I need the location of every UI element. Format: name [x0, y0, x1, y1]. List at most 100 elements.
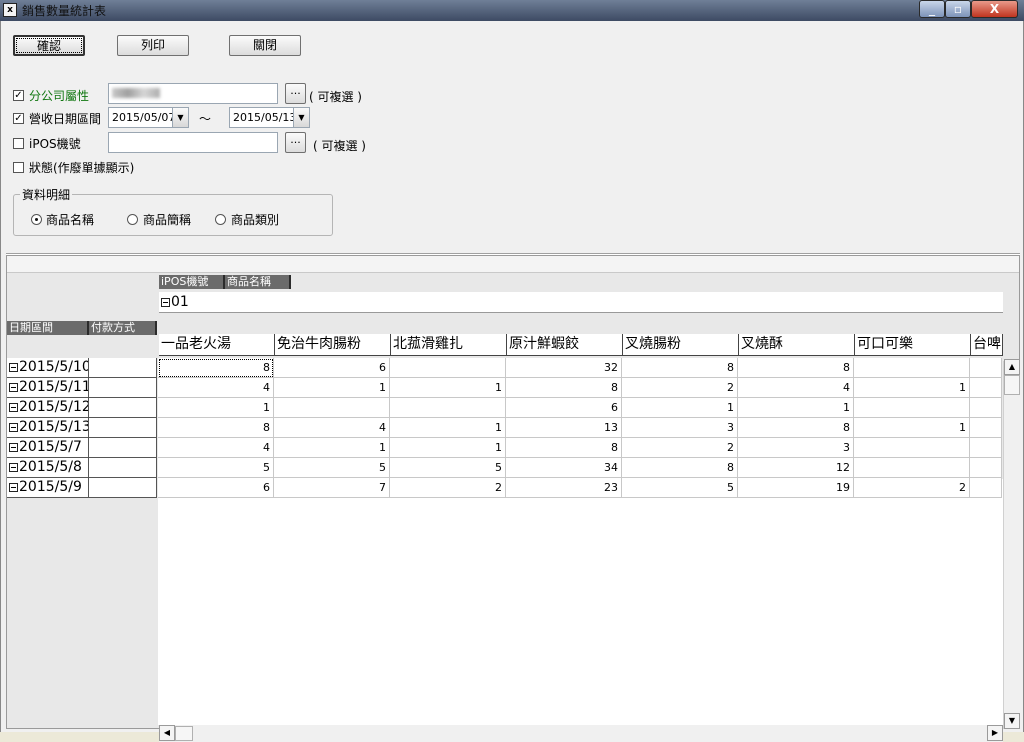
start-date-combo[interactable]: 2015/05/07 ▼ — [108, 107, 189, 128]
maximize-button[interactable]: ▫ — [945, 0, 971, 18]
table-cell[interactable] — [970, 478, 1002, 498]
column-header[interactable]: 叉燒酥 — [739, 334, 855, 356]
table-cell[interactable]: 8 — [506, 438, 622, 458]
table-cell[interactable]: 5 — [274, 458, 390, 478]
table-cell[interactable]: 4 — [158, 438, 274, 458]
column-field-ipos[interactable]: iPOS機號 — [159, 275, 225, 289]
row-header[interactable]: 2015/5/8 — [7, 458, 89, 478]
table-cell[interactable]: 5 — [622, 478, 738, 498]
vertical-scrollbar[interactable]: ▲ ▼ — [1003, 359, 1020, 729]
table-cell[interactable]: 1 — [390, 438, 506, 458]
table-cell[interactable] — [970, 358, 1002, 378]
table-cell[interactable] — [390, 398, 506, 418]
close-window-button[interactable]: X — [971, 0, 1018, 18]
collapse-icon[interactable] — [161, 298, 170, 307]
close-button[interactable]: 關閉 — [229, 35, 301, 56]
column-header[interactable]: 原汁鮮蝦餃 — [507, 334, 623, 356]
column-group-header[interactable]: 01 — [159, 292, 1003, 313]
table-cell[interactable]: 5 — [158, 458, 274, 478]
table-cell[interactable]: 7 — [274, 478, 390, 498]
table-cell[interactable]: 1 — [274, 378, 390, 398]
print-button[interactable]: 列印 — [117, 35, 189, 56]
table-cell[interactable]: 34 — [506, 458, 622, 478]
table-cell[interactable]: 1 — [854, 418, 970, 438]
branch-checkbox[interactable]: ✓ — [13, 90, 24, 101]
collapse-icon[interactable] — [9, 463, 18, 472]
table-cell[interactable]: 1 — [738, 398, 854, 418]
table-cell[interactable]: 8 — [738, 418, 854, 438]
collapse-icon[interactable] — [9, 363, 18, 372]
scroll-up-icon[interactable]: ▲ — [1004, 359, 1020, 375]
table-cell[interactable]: 12 — [738, 458, 854, 478]
scroll-right-icon[interactable]: ▶ — [987, 725, 1003, 741]
table-cell[interactable]: 8 — [738, 358, 854, 378]
ipos-input[interactable] — [108, 132, 278, 153]
radio-product-name-label[interactable]: 商品名稱 — [46, 211, 94, 228]
table-cell[interactable]: 8 — [622, 458, 738, 478]
table-cell[interactable]: 4 — [738, 378, 854, 398]
row-header[interactable]: 2015/5/10 — [7, 358, 89, 378]
collapse-icon[interactable] — [9, 403, 18, 412]
column-field-product-name[interactable]: 商品名稱 — [225, 275, 291, 289]
collapse-icon[interactable] — [9, 483, 18, 492]
table-cell[interactable]: 6 — [158, 478, 274, 498]
branch-browse-button[interactable]: ... — [285, 83, 306, 104]
date-range-checkbox[interactable]: ✓ — [13, 113, 24, 124]
table-cell[interactable]: 2 — [622, 378, 738, 398]
table-cell[interactable]: 23 — [506, 478, 622, 498]
scroll-left-icon[interactable]: ◀ — [159, 725, 175, 741]
row-header[interactable]: 2015/5/13 — [7, 418, 89, 438]
column-header[interactable]: 一品老火湯 — [159, 334, 275, 356]
end-date-combo[interactable]: 2015/05/13 ▼ — [229, 107, 310, 128]
table-cell[interactable] — [970, 438, 1002, 458]
row-field-payment-method[interactable]: 付款方式 — [89, 321, 157, 335]
row-header[interactable]: 2015/5/7 — [7, 438, 89, 458]
row-field-date-range[interactable]: 日期區間 — [7, 321, 89, 335]
table-cell[interactable]: 19 — [738, 478, 854, 498]
ipos-checkbox[interactable] — [13, 138, 24, 149]
table-cell[interactable]: 2 — [390, 478, 506, 498]
table-cell[interactable] — [970, 378, 1002, 398]
table-cell[interactable]: 8 — [506, 378, 622, 398]
collapse-icon[interactable] — [9, 443, 18, 452]
collapse-icon[interactable] — [9, 423, 18, 432]
table-cell[interactable] — [854, 358, 970, 378]
row-header[interactable]: 2015/5/9 — [7, 478, 89, 498]
minimize-button[interactable]: _ — [919, 0, 945, 18]
table-cell[interactable]: 3 — [622, 418, 738, 438]
table-cell[interactable] — [970, 418, 1002, 438]
radio-product-name[interactable] — [31, 214, 42, 225]
table-cell[interactable] — [970, 458, 1002, 478]
table-cell[interactable]: 1 — [390, 418, 506, 438]
column-header[interactable]: 北菰滑雞扎 — [391, 334, 507, 356]
pivot-grid[interactable]: iPOS機號 商品名稱 01 日期區間 付款方式 一品老火湯 免治牛肉腸粉 北菰滑雞… — [6, 255, 1020, 742]
column-header[interactable]: 叉燒腸粉 — [623, 334, 739, 356]
table-cell[interactable] — [274, 398, 390, 418]
branch-input[interactable] — [108, 83, 278, 104]
table-cell[interactable]: 4 — [274, 418, 390, 438]
radio-product-short-name-label[interactable]: 商品簡稱 — [143, 211, 191, 228]
table-cell[interactable]: 1 — [274, 438, 390, 458]
table-cell[interactable]: 5 — [390, 458, 506, 478]
column-header[interactable]: 可口可樂 — [855, 334, 971, 356]
confirm-button[interactable]: 確認 — [13, 35, 85, 56]
table-cell[interactable]: 1 — [622, 398, 738, 418]
table-cell[interactable]: 4 — [158, 378, 274, 398]
table-cell[interactable] — [970, 398, 1002, 418]
table-cell[interactable] — [854, 438, 970, 458]
radio-product-category[interactable] — [215, 214, 226, 225]
table-cell[interactable]: 32 — [506, 358, 622, 378]
table-cell[interactable] — [854, 458, 970, 478]
table-cell[interactable]: 8 — [158, 358, 274, 378]
column-header[interactable]: 台啤 — [971, 334, 1003, 356]
end-date-dropdown-icon[interactable]: ▼ — [293, 108, 309, 127]
column-header[interactable]: 免治牛肉腸粉 — [275, 334, 391, 356]
table-cell[interactable]: 6 — [274, 358, 390, 378]
collapse-icon[interactable] — [9, 383, 18, 392]
app-icon[interactable]: x — [3, 3, 17, 17]
table-cell[interactable]: 1 — [854, 378, 970, 398]
table-cell[interactable]: 2 — [622, 438, 738, 458]
table-cell[interactable]: 13 — [506, 418, 622, 438]
table-cell[interactable]: 1 — [390, 378, 506, 398]
table-cell[interactable]: 8 — [158, 418, 274, 438]
